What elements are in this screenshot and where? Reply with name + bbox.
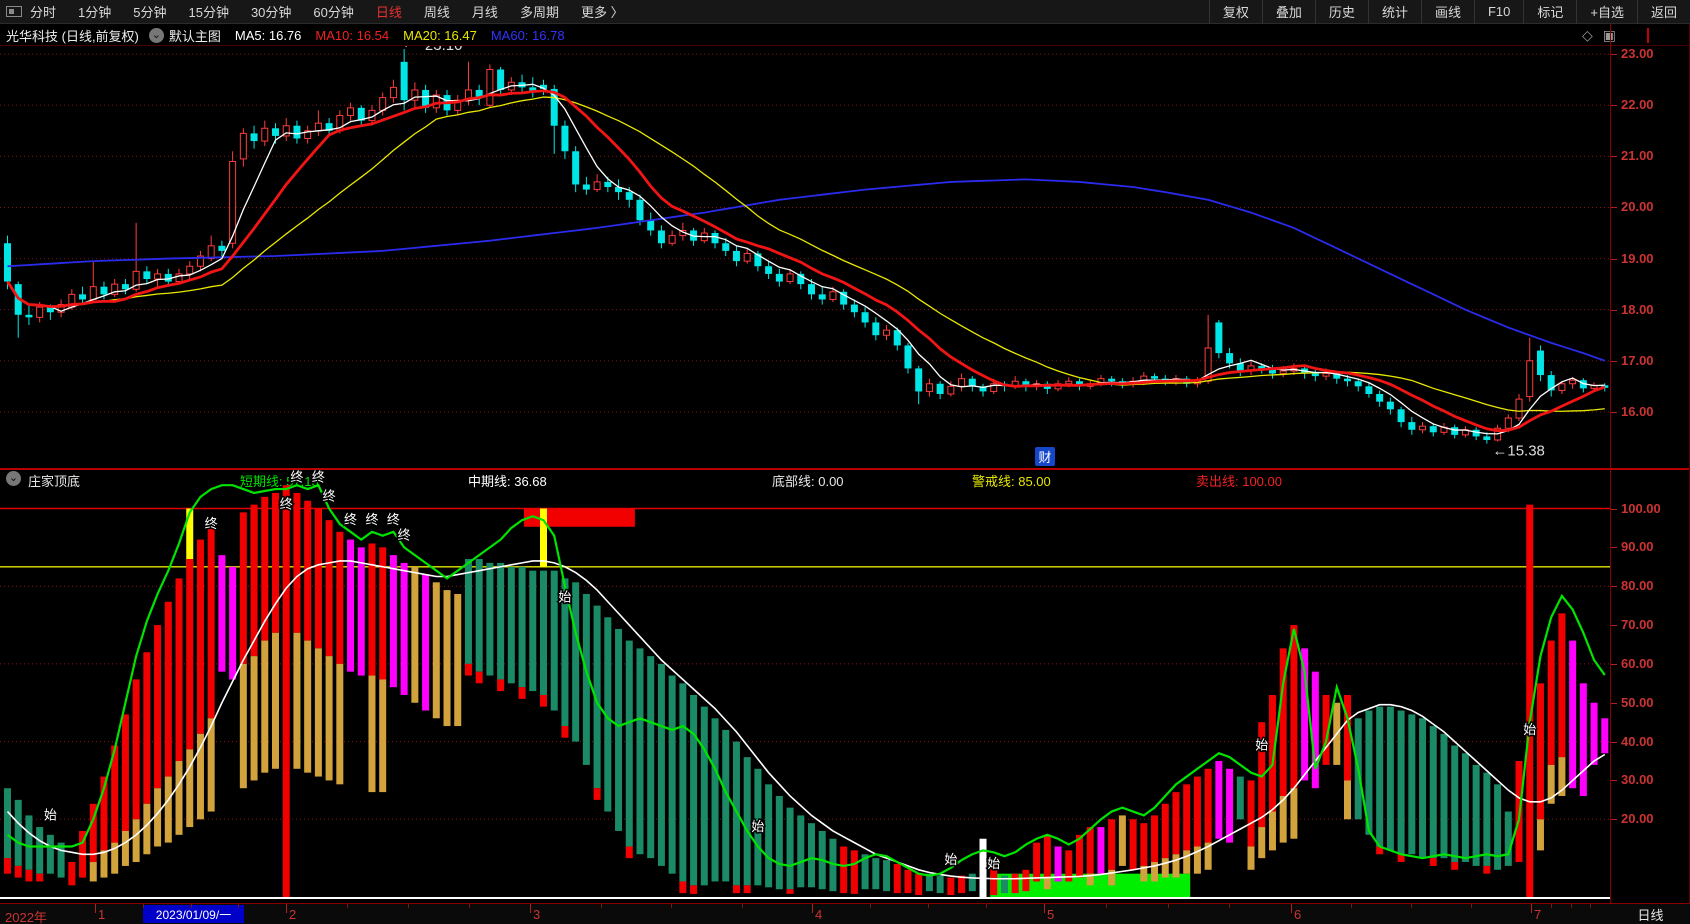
month-label: 2 [289,907,297,922]
toolbar-button[interactable]: 画线 [1420,0,1474,24]
axis-tick-label: 90.00 [1621,539,1654,555]
svg-text:~23.10: ~23.10 [416,46,462,54]
period-tab[interactable]: 周线 [424,2,450,21]
axis-tick-label: 40.00 [1621,733,1654,749]
main-chart-legend: 光华科技 (日线,前复权) ⌄ 默认主图 MA5: 16.76 MA10: 16.… [0,25,1690,46]
main-overlay-label[interactable]: 默认主图 [169,26,221,45]
svg-text:始: 始 [751,819,764,834]
axis-tick-label: 50.00 [1621,694,1654,710]
svg-text:终: 终 [365,512,378,527]
axis-tick-label: 100.00 [1621,500,1661,516]
top-toolbar: 分时 1分钟 5分钟 15分钟 30分钟 60分钟 日线 周线 月线 多周期 更多 〉 复权 叠加 历史… [0,0,1690,24]
axis-tick-label: 23.00 [1621,46,1654,62]
period-tab[interactable]: 15分钟 [188,2,228,21]
axis-tick-label: 20.00 [1621,811,1654,827]
svg-text:始: 始 [44,807,57,822]
event-marker-badge[interactable]: 财 [1035,447,1055,466]
window-icon[interactable] [6,6,22,17]
toolbar-button[interactable]: 历史 [1314,0,1368,24]
period-tab[interactable]: 5分钟 [133,2,166,21]
toolbar-button[interactable]: 复权 [1208,0,1262,24]
ma-legend-item: MA5: 16.76 [234,28,302,43]
month-label: 4 [815,907,823,922]
period-tab[interactable]: 60分钟 [313,2,353,21]
toolbar-button[interactable]: 返回 [1636,0,1690,24]
ma-legend-item: MA60: 16.78 [490,28,565,43]
price-axis: 23.00 22.00 21.00 20.00 19.00 18.00 17.00 16.00… [1610,24,1690,903]
toolbar-button[interactable]: 统计 [1367,0,1421,24]
svg-text:终: 终 [280,497,293,512]
svg-text:终: 终 [344,512,357,527]
month-label: 3 [533,907,541,922]
period-tab[interactable]: 30分钟 [251,2,291,21]
period-tab[interactable]: 分时 [30,2,56,21]
ma-legend-item: MA20: 16.47 [403,28,477,43]
svg-text:终: 终 [205,516,218,531]
toolbar-actions: 复权 叠加 历史 统计 画线 F10 标记 +自选 返回 [1208,0,1690,24]
toolbar-button[interactable]: +自选 [1576,0,1637,24]
svg-text:终: 终 [387,512,400,527]
period-tab[interactable]: 月线 [472,2,498,21]
toolbar-button[interactable]: F10 [1473,0,1523,24]
ma-legend-item: MA10: 16.54 [315,28,390,43]
chevron-circle-icon[interactable]: ⌄ [148,28,164,43]
axis-tick-label: 70.00 [1621,617,1654,633]
svg-text:始: 始 [987,856,1000,871]
period-tab[interactable]: 日线 [376,2,402,21]
diamond-icon[interactable]: ◇ [1582,27,1603,43]
axis-tick-label: 19.00 [1621,250,1654,266]
month-label: 1 [98,907,106,922]
month-label: 5 [1047,907,1055,922]
axis-tick-label: 22.00 [1621,97,1654,113]
period-label-box[interactable]: 日线 [1612,905,1689,924]
axis-tick-label: 20.00 [1621,199,1654,215]
svg-text:始: 始 [1255,737,1268,752]
ma-legend: MA5: 16.76 MA10: 16.54 MA20: 16.47 MA60: 16… [221,28,565,43]
svg-text:终: 终 [398,528,411,543]
axis-tick-label: 17.00 [1621,352,1654,368]
toolbar-button[interactable]: 标记 [1523,0,1576,24]
svg-text:始: 始 [558,590,571,605]
period-tab[interactable]: 更多 〉 [581,2,624,21]
symbol-title: 光华科技 (日线,前复权) [6,29,139,44]
toolbar-button[interactable]: 叠加 [1261,0,1315,24]
indicator-chart[interactable]: 始始始始 始始始终终终 终终终终终终 [0,470,1610,903]
period-tab[interactable]: 多周期 [520,2,559,21]
axis-tick-label: 30.00 [1621,772,1654,788]
svg-text:始: 始 [1523,722,1536,737]
svg-text:←15.38: ←15.38 [1492,443,1545,460]
month-label: 7 [1534,907,1542,922]
svg-text:终: 终 [290,470,303,484]
time-axis: 2022年 2023/01/09/一 日线 1 2 3 4 5 6 7 [0,903,1690,924]
month-label: 6 [1294,907,1302,922]
main-candlestick-chart[interactable]: ~23.10 ←15.38 [0,46,1610,468]
period-tabs: 分时 1分钟 5分钟 15分钟 30分钟 60分钟 日线 周线 月线 多周期 更多 〉 [30,2,624,21]
year-label: 2022年 [5,910,47,924]
axis-tick-label: 18.00 [1621,301,1654,317]
axis-tick-label: 16.00 [1621,403,1654,419]
svg-text:终: 终 [323,489,336,504]
svg-text:始: 始 [944,852,957,867]
period-tab[interactable]: 1分钟 [78,2,111,21]
app-window: 分时 1分钟 5分钟 15分钟 30分钟 60分钟 日线 周线 月线 多周期 更多 〉 复权 叠加 历史… [0,0,1690,924]
svg-text:终: 终 [312,470,325,484]
selected-date-box[interactable]: 2023/01/09/一 [143,905,244,923]
axis-tick-label: 60.00 [1621,655,1654,671]
axis-tick-label: 21.00 [1621,148,1654,164]
axis-tick-label: 80.00 [1621,578,1654,594]
